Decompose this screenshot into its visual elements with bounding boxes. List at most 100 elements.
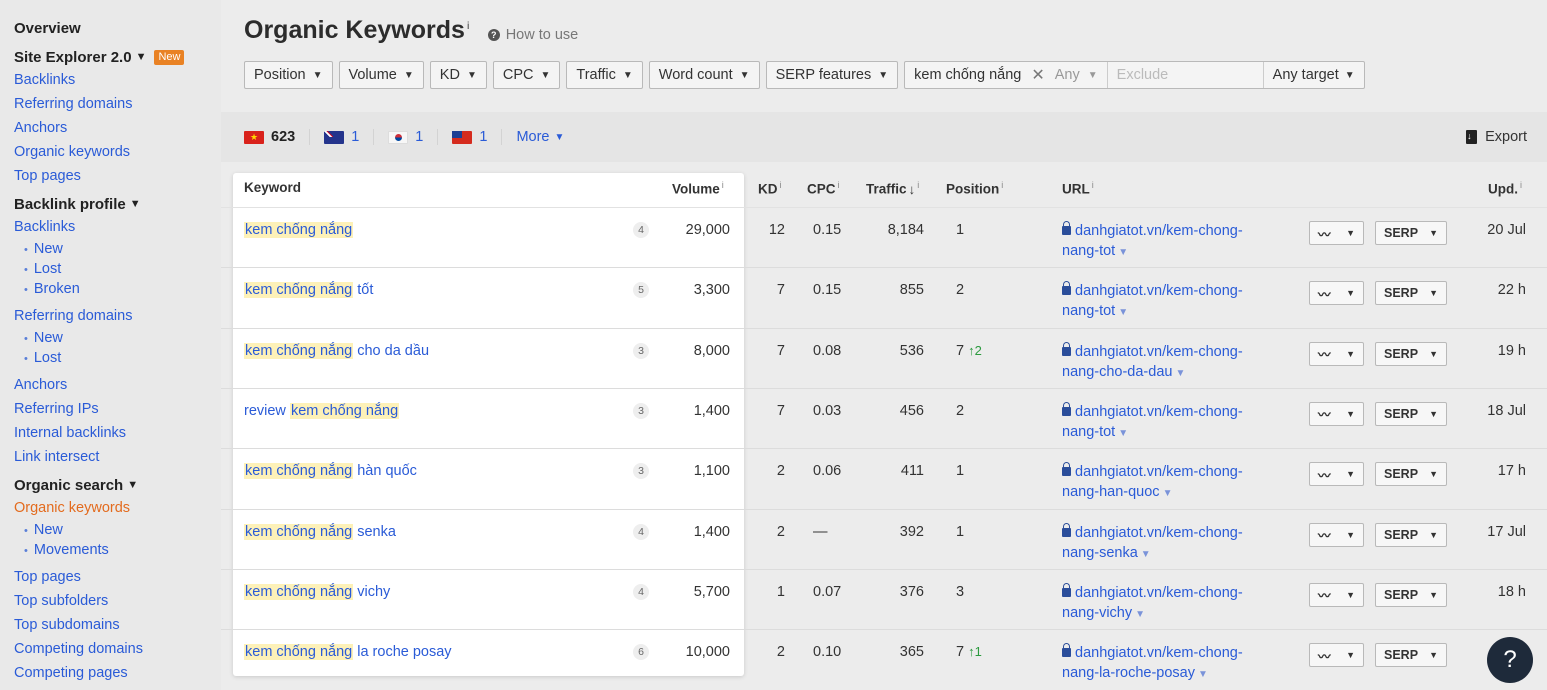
exclude-input[interactable]: Exclude — [1106, 62, 1263, 88]
sidebar-item-top-pages[interactable]: Top pages — [14, 565, 221, 589]
serp-position-count-badge[interactable]: 6 — [633, 644, 649, 661]
sidebar-item-top-subdomains[interactable]: Top subdomains — [14, 613, 221, 637]
col-header-kd[interactable]: KD i — [758, 180, 782, 197]
sidebar-item-backlinks[interactable]: Backlinks — [14, 215, 221, 239]
col-header-url[interactable]: URL i — [1062, 180, 1094, 197]
keyword-link[interactable]: kem chống nắng — [244, 222, 354, 238]
serp-dropdown[interactable]: SERP ▼ — [1375, 582, 1447, 607]
info-icon[interactable]: i — [467, 21, 470, 32]
ranking-url-link[interactable]: danhgiatot.vn/kem-chong-nang-tot ▼ — [1062, 401, 1243, 444]
export-button[interactable]: Export — [1466, 129, 1527, 145]
more-countries-dropdown[interactable]: More ▼ — [516, 129, 564, 145]
serp-dropdown[interactable]: SERP ▼ — [1375, 281, 1447, 306]
sidebar-item-competing-domains[interactable]: Competing domains — [14, 637, 221, 661]
country-tab-kr[interactable]: 1 — [388, 129, 439, 145]
filter-serp-features-dropdown[interactable]: SERP features ▼ — [765, 61, 899, 89]
sidebar-item-referring-domains[interactable]: Referring domains — [14, 304, 221, 328]
ranking-url-link[interactable]: danhgiatot.vn/kem-chong-nang-tot ▼ — [1062, 221, 1243, 263]
filter-traffic-dropdown[interactable]: Traffic ▼ — [566, 61, 643, 89]
sidebar-item-top-pages[interactable]: Top pages — [14, 164, 221, 188]
match-any-dropdown[interactable]: Any ▼ — [1055, 67, 1098, 83]
position-history-chart-dropdown[interactable]: 〰 ▼ — [1309, 522, 1364, 547]
country-tab-vn[interactable]: 623 — [244, 129, 311, 145]
keyword-link[interactable]: kem chống nắng hàn quốc — [244, 463, 417, 480]
sidebar-item-referring-domains[interactable]: Referring domains — [14, 92, 221, 116]
position-history-chart-dropdown[interactable]: 〰 ▼ — [1309, 281, 1364, 306]
help-button[interactable]: ? — [1487, 637, 1533, 683]
sidebar-subitem-referring-domains-new[interactable]: New — [14, 328, 221, 348]
serp-dropdown[interactable]: SERP ▼ — [1375, 341, 1447, 366]
col-header-traffic[interactable]: Traffic ↓ i — [866, 180, 919, 197]
ranking-url-link[interactable]: danhgiatot.vn/kem-chong-nang-han-quoc ▼ — [1062, 462, 1243, 504]
chevron-down-icon[interactable]: ▼ — [1198, 669, 1208, 680]
sidebar-item-organic-keywords-active[interactable]: Organic keywords — [14, 496, 221, 520]
col-header-keyword[interactable]: Keyword — [244, 180, 301, 196]
keyword-link[interactable]: kem chống nắng senka — [244, 523, 396, 540]
ranking-url-link[interactable]: danhgiatot.vn/kem-chong-nang-senka ▼ — [1062, 522, 1243, 565]
sidebar-organic-search[interactable]: Organic search ▼ — [14, 475, 221, 496]
sidebar-subitem-organic-keywords-new[interactable]: New — [14, 520, 221, 540]
keyword-link[interactable]: kem chống nắng cho da dầu — [244, 342, 429, 359]
position-history-chart-dropdown[interactable]: 〰 ▼ — [1309, 221, 1364, 245]
keyword-link[interactable]: kem chống nắng vichy — [244, 583, 390, 600]
sidebar-overview[interactable]: Overview — [14, 18, 221, 39]
serp-dropdown[interactable]: SERP ▼ — [1375, 221, 1447, 245]
chevron-down-icon[interactable]: ▼ — [1175, 368, 1185, 379]
sidebar-subitem-backlinks-lost[interactable]: Lost — [14, 259, 221, 279]
sidebar-item-anchors[interactable]: Anchors — [14, 116, 221, 140]
position-history-chart-dropdown[interactable]: 〰 ▼ — [1309, 341, 1364, 366]
serp-position-count-badge[interactable]: 4 — [633, 583, 649, 600]
serp-dropdown[interactable]: SERP ▼ — [1375, 522, 1447, 547]
chevron-down-icon[interactable]: ▼ — [1118, 247, 1128, 258]
serp-position-count-badge[interactable]: 4 — [633, 222, 649, 238]
col-header-cpc[interactable]: CPC i — [807, 180, 840, 197]
sidebar-item-referring-ips[interactable]: Referring IPs — [14, 397, 221, 421]
filter-kd-dropdown[interactable]: KD ▼ — [429, 61, 487, 89]
keyword-link[interactable]: kem chống nắng tốt — [244, 282, 373, 299]
position-history-chart-dropdown[interactable]: 〰 ▼ — [1309, 643, 1364, 668]
serp-position-count-badge[interactable]: 4 — [633, 523, 649, 540]
keyword-include-field[interactable]: kem chống nắng ✕ Any ▼ — [905, 62, 1107, 88]
country-tab-tw[interactable]: 1 — [452, 129, 503, 145]
ranking-url-link[interactable]: danhgiatot.vn/kem-chong-nang-tot ▼ — [1062, 281, 1243, 323]
chevron-down-icon[interactable]: ▼ — [1141, 549, 1151, 560]
col-header-volume[interactable]: Volume i — [672, 180, 724, 197]
keyword-link[interactable]: review kem chống nắng — [244, 402, 400, 419]
sidebar-item-backlinks[interactable]: Backlinks — [14, 68, 221, 92]
filter-position-dropdown[interactable]: Position ▼ — [244, 61, 333, 89]
chevron-down-icon[interactable]: ▼ — [1163, 488, 1173, 499]
keyword-link[interactable]: kem chống nắng la roche posay — [244, 644, 452, 661]
sidebar-subitem-organic-keywords-movements[interactable]: Movements — [14, 540, 221, 560]
sidebar-subitem-referring-domains-lost[interactable]: Lost — [14, 348, 221, 368]
ranking-url-link[interactable]: danhgiatot.vn/kem-chong-nang-cho-da-dau ▼ — [1062, 341, 1243, 384]
chevron-down-icon[interactable]: ▼ — [1118, 307, 1128, 318]
sidebar-item-organic-keywords[interactable]: Organic keywords — [14, 140, 221, 164]
filter-cpc-dropdown[interactable]: CPC ▼ — [492, 61, 561, 89]
serp-dropdown[interactable]: SERP ▼ — [1375, 643, 1447, 668]
chevron-down-icon[interactable]: ▼ — [1135, 609, 1145, 620]
serp-position-count-badge[interactable]: 3 — [633, 402, 649, 419]
serp-position-count-badge[interactable]: 3 — [633, 463, 649, 480]
chevron-down-icon[interactable]: ▼ — [1118, 428, 1128, 439]
sidebar-site-explorer[interactable]: Site Explorer 2.0 ▼ New — [14, 47, 221, 68]
sidebar-item-anchors[interactable]: Anchors — [14, 373, 221, 397]
sidebar-subitem-backlinks-new[interactable]: New — [14, 239, 221, 259]
position-history-chart-dropdown[interactable]: 〰 ▼ — [1309, 401, 1364, 426]
filter-volume-dropdown[interactable]: Volume ▼ — [338, 61, 424, 89]
serp-position-count-badge[interactable]: 5 — [633, 282, 649, 299]
sidebar-item-top-subfolders[interactable]: Top subfolders — [14, 589, 221, 613]
serp-position-count-badge[interactable]: 3 — [633, 342, 649, 359]
close-icon[interactable]: ✕ — [1031, 65, 1044, 85]
sidebar-subitem-backlinks-broken[interactable]: Broken — [14, 279, 221, 299]
sidebar-item-link-intersect[interactable]: Link intersect — [14, 445, 221, 469]
serp-dropdown[interactable]: SERP ▼ — [1375, 462, 1447, 487]
country-tab-au[interactable]: 1 — [324, 129, 375, 145]
sidebar-backlink-profile[interactable]: Backlink profile ▼ — [14, 194, 221, 215]
any-target-dropdown[interactable]: Any target ▼ — [1262, 62, 1364, 88]
position-history-chart-dropdown[interactable]: 〰 ▼ — [1309, 462, 1364, 487]
sidebar-item-internal-backlinks[interactable]: Internal backlinks — [14, 421, 221, 445]
ranking-url-link[interactable]: danhgiatot.vn/kem-chong-nang-la-roche-po… — [1062, 643, 1243, 685]
sidebar-item-competing-pages[interactable]: Competing pages — [14, 661, 221, 685]
col-header-upd[interactable]: Upd. i — [1488, 180, 1522, 197]
ranking-url-link[interactable]: danhgiatot.vn/kem-chong-nang-vichy ▼ — [1062, 582, 1243, 625]
